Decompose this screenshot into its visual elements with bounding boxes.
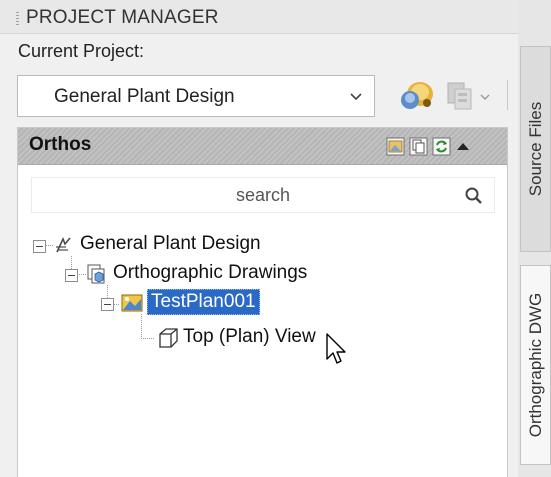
toolbar-divider [507, 80, 508, 110]
project-select[interactable]: General Plant Design [17, 75, 375, 117]
collapse-toggle[interactable] [101, 298, 114, 311]
collapse-toggle[interactable] [33, 240, 46, 253]
project-settings-icon[interactable] [398, 78, 438, 114]
project-manager-palette: PROJECT MANAGER Current Project: General… [0, 0, 518, 477]
tree-label: General Plant Design [80, 233, 261, 254]
search-box[interactable]: search [31, 177, 495, 213]
grip-handle[interactable] [16, 12, 19, 26]
chevron-down-icon [350, 93, 362, 101]
tree-node-orthographic-drawings[interactable]: Orthographic Drawings [18, 259, 498, 289]
tab-orthographic-dwg[interactable]: Orthographic DWG [520, 265, 551, 465]
new-view-icon[interactable] [409, 137, 428, 156]
tab-source-files[interactable]: Source Files [520, 46, 551, 252]
side-tab-strip: Source Files Orthographic DWG [518, 0, 551, 477]
tab-label: Orthographic DWG [525, 292, 545, 438]
panel-title: Orthos [29, 134, 92, 155]
tree-node-project[interactable]: General Plant Design [18, 230, 498, 260]
search-icon[interactable] [464, 186, 484, 206]
palette-title: PROJECT MANAGER [26, 7, 219, 28]
drawings-folder-icon [87, 264, 105, 284]
orthos-panel: Orthos search General Plant Design Ortho… [17, 127, 508, 477]
tree-label: Orthographic Drawings [113, 262, 308, 283]
project-select-value: General Plant Design [54, 86, 235, 107]
collapse-toggle[interactable] [65, 269, 78, 282]
tree-node-top-plan-view[interactable]: Top (Plan) View [18, 323, 498, 353]
tree-label-selected: TestPlan001 [147, 289, 260, 315]
refresh-icon[interactable] [432, 137, 451, 156]
tree-label: Top (Plan) View [183, 326, 316, 347]
tool-dropdown-chevron-icon[interactable] [480, 93, 490, 101]
tree-node-testplan001[interactable]: TestPlan001 [18, 288, 498, 318]
mouse-pointer-icon [326, 333, 346, 364]
collapse-panel-icon[interactable] [456, 140, 470, 152]
search-input[interactable]: search [32, 185, 494, 206]
palette-header: PROJECT MANAGER [0, 0, 518, 34]
publish-icon[interactable] [446, 80, 474, 112]
panel-header: Orthos [18, 128, 507, 165]
current-project-label: Current Project: [18, 41, 145, 61]
new-drawing-icon[interactable] [386, 137, 405, 156]
drawing-icon [121, 294, 143, 312]
project-icon [56, 236, 71, 253]
view-cube-icon [159, 328, 178, 348]
tab-label: Source Files [525, 101, 545, 197]
